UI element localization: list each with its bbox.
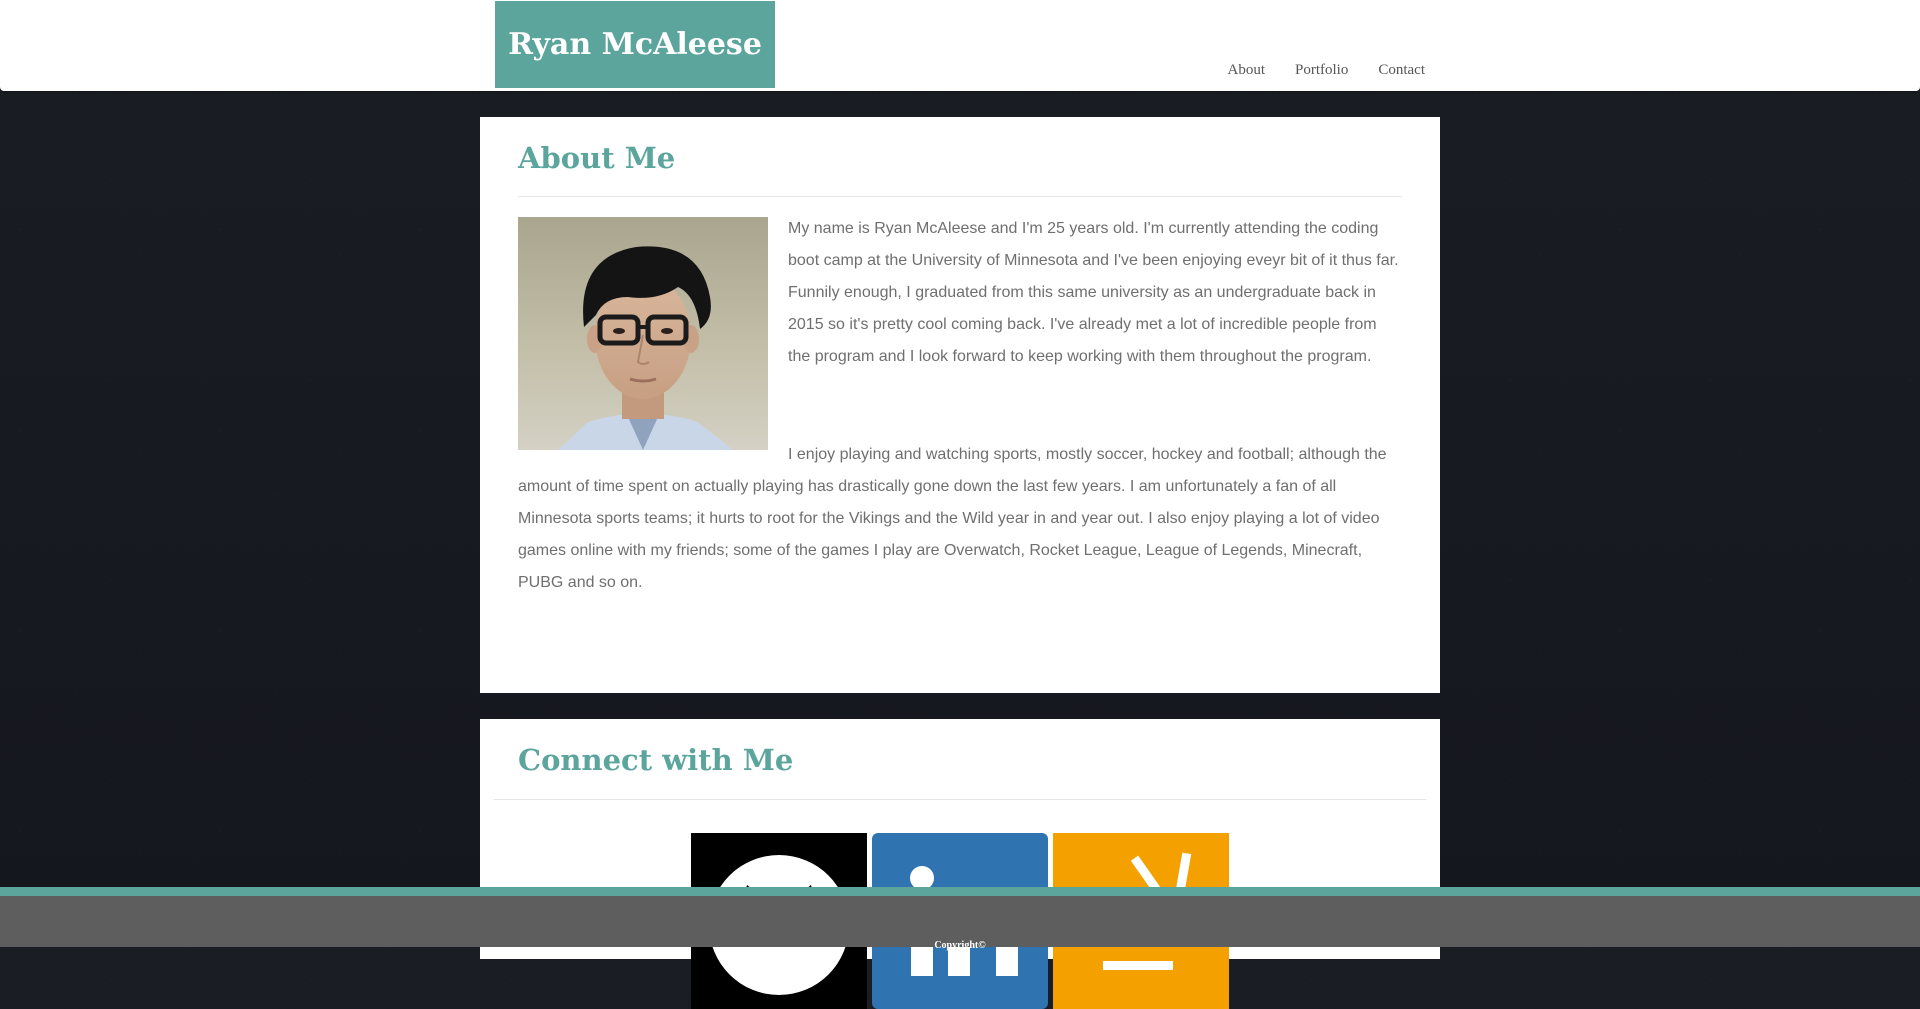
about-paragraph-1: My name is Ryan McAleese and I'm 25 year… (788, 220, 1399, 365)
copyright-text: Copyright© (934, 940, 986, 951)
connect-title: Connect with Me (518, 743, 794, 777)
nav-link-portfolio[interactable]: Portfolio (1295, 61, 1348, 79)
about-paragraph-2: I enjoy playing and watching sports, mos… (518, 446, 1387, 591)
nav-link-contact[interactable]: Contact (1378, 61, 1425, 79)
main-nav: About Portfolio Contact (1228, 61, 1426, 79)
about-section: About Me My name is Ryan McAleese and I'… (480, 117, 1440, 693)
nav-link-about[interactable]: About (1228, 61, 1266, 79)
site-footer: Copyright© (0, 887, 1920, 951)
site-header: Ryan McAleese About Portfolio Contact (0, 0, 1920, 91)
connect-divider (494, 799, 1426, 800)
brand-logo-link[interactable]: Ryan McAleese (495, 1, 775, 88)
about-divider (518, 196, 1402, 197)
about-body: My name is Ryan McAleese and I'm 25 year… (518, 217, 1402, 603)
about-title: About Me (518, 141, 676, 175)
